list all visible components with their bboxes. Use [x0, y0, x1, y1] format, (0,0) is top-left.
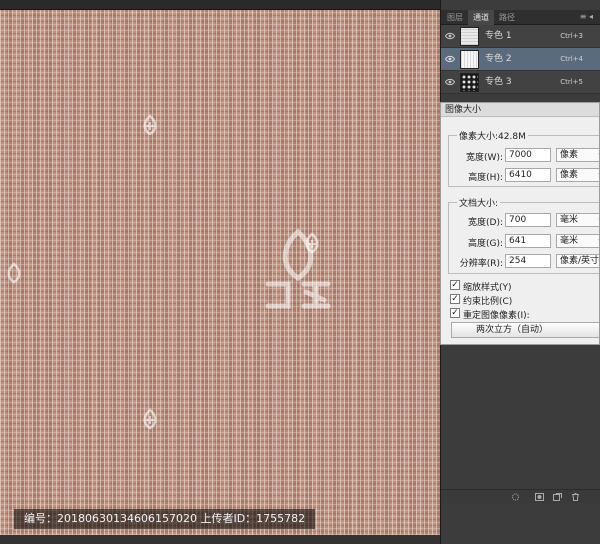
watermark-logo-icon	[305, 232, 319, 254]
trash-icon[interactable]	[571, 493, 580, 501]
doc-width-field[interactable]: 700	[505, 213, 551, 227]
eye-icon[interactable]	[445, 78, 455, 86]
constrain-proportions-checkbox[interactable]: ✓	[450, 294, 460, 304]
pixel-width-unit: 像素	[560, 150, 579, 160]
image-caption: 编号：20180630134606157020 上传者ID：1755782	[14, 509, 316, 529]
channel-row-spot-3[interactable]: 专色 3 Ctrl+5	[441, 71, 600, 94]
doc-width-unit: 毫米	[560, 215, 579, 225]
pixel-width-field[interactable]: 7000	[505, 148, 551, 162]
resample-image-checkbox[interactable]: ✓	[450, 308, 460, 318]
eye-icon[interactable]	[445, 32, 455, 40]
canvas-bottom-strip	[0, 535, 440, 544]
doc-width-label: 宽度(D):	[468, 218, 503, 228]
watermark-logo-icon	[143, 114, 157, 136]
pixel-width-label: 宽度(W):	[466, 153, 503, 163]
channel-thumbnail	[460, 27, 479, 46]
document-size-legend: 文档大小:	[457, 196, 501, 209]
doc-height-field[interactable]: 641	[505, 234, 551, 248]
panel-menu-icon[interactable]: ≡ ◂	[580, 12, 593, 21]
doc-height-unit-select[interactable]: 毫米 ▾	[556, 234, 599, 248]
channel-shortcut: Ctrl+4	[560, 55, 583, 63]
channel-name: 专色 3	[485, 77, 512, 87]
canvas-top-bar	[0, 0, 440, 10]
pixel-height-field[interactable]: 6410	[505, 168, 551, 182]
panel-bottom-toolbar	[441, 489, 600, 503]
doc-height-unit: 毫米	[560, 236, 579, 246]
dialog-title: 图像大小	[441, 103, 599, 117]
doc-height-label: 高度(G):	[467, 239, 503, 249]
resample-method-select[interactable]: 两次立方（自动）	[451, 322, 599, 338]
pixel-height-unit: 像素	[560, 170, 579, 180]
channel-shortcut: Ctrl+5	[560, 78, 583, 86]
resample-image-label: 重定图像像素(I):	[463, 311, 530, 321]
tab-channels[interactable]: 通道	[468, 10, 494, 25]
document-canvas[interactable]: 编号：20180630134606157020 上传者ID：1755782	[0, 0, 440, 544]
constrain-proportions-label: 约束比例(C)	[463, 297, 513, 307]
scale-styles-checkbox[interactable]: ✓	[450, 280, 460, 290]
resolution-field[interactable]: 254	[505, 254, 551, 268]
channel-shortcut: Ctrl+3	[560, 32, 583, 40]
channel-name: 专色 2	[485, 54, 512, 64]
pixel-height-label: 高度(H):	[468, 173, 503, 183]
tab-paths[interactable]: 路径	[495, 10, 519, 25]
resolution-unit: 像素/英寸	[560, 256, 600, 266]
channel-thumbnail	[460, 73, 479, 92]
tab-layers[interactable]: 图层	[443, 10, 467, 25]
channel-thumbnail	[460, 50, 479, 69]
dotted-circle-icon[interactable]	[511, 493, 520, 501]
save-selection-icon[interactable]	[535, 493, 544, 501]
panel-tabbar: 图层 通道 路径 ≡ ◂	[441, 10, 600, 25]
watermark-logo-icon	[265, 228, 331, 309]
image-size-dialog: 图像大小 像素大小:42.8M 宽度(W): 7000 像素 ▾ 高度(H): …	[440, 102, 600, 345]
doc-width-unit-select[interactable]: 毫米 ▾	[556, 213, 599, 227]
scale-styles-label: 缩放样式(Y)	[463, 283, 512, 293]
pixel-height-unit-select[interactable]: 像素 ▾	[556, 168, 599, 182]
watermark-logo-icon	[7, 262, 21, 284]
watermark-logo-icon	[143, 408, 157, 430]
new-channel-icon[interactable]	[553, 493, 562, 501]
channel-name: 专色 1	[485, 31, 512, 41]
resolution-label: 分辨率(R):	[459, 259, 503, 269]
channel-row-spot-2[interactable]: 专色 2 Ctrl+4	[441, 48, 600, 71]
channel-row-spot-1[interactable]: 专色 1 Ctrl+3	[441, 25, 600, 48]
resolution-unit-select[interactable]: 像素/英寸 ▾	[556, 254, 600, 268]
pixel-dimensions-legend: 像素大小:42.8M	[457, 129, 528, 142]
eye-icon[interactable]	[445, 55, 455, 63]
pixel-width-unit-select[interactable]: 像素 ▾	[556, 148, 599, 162]
